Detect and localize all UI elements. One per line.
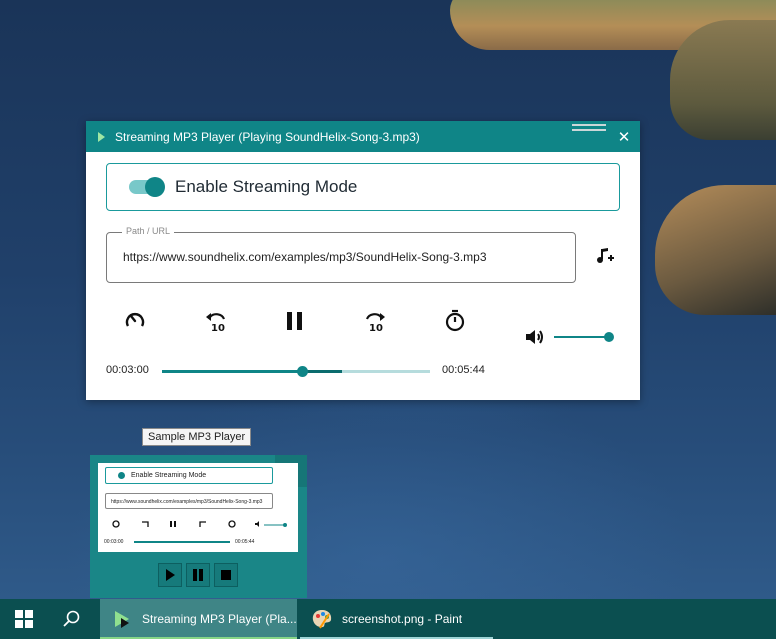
add-music-button[interactable]	[594, 245, 616, 267]
thumbnail-toolbar	[158, 561, 238, 589]
thumbnail-image[interactable]: Enable Streaming Mode https://www.soundh…	[98, 463, 298, 552]
volume-button[interactable]	[524, 327, 546, 347]
streaming-toggle[interactable]	[129, 177, 165, 197]
taskbar-preview-tooltip: Sample MP3 Player	[142, 428, 252, 446]
path-url-label: Path / URL	[122, 226, 175, 236]
thumb-pause-button[interactable]	[186, 563, 210, 587]
taskbar-item-label: Streaming MP3 Player (Pla...	[142, 612, 297, 626]
speed-icon	[125, 313, 145, 327]
forward-10-icon: 10	[365, 313, 385, 333]
forward-10-button[interactable]: 10	[363, 309, 387, 333]
windows-logo-icon	[15, 610, 33, 628]
volume-icon	[526, 330, 543, 344]
thumb-controls	[112, 520, 287, 528]
add-music-icon	[597, 248, 614, 263]
search-button[interactable]	[48, 599, 96, 639]
timer-button[interactable]	[443, 309, 467, 333]
seek-progress	[162, 370, 303, 373]
thumb-toggle	[118, 472, 125, 479]
coastline-rock	[655, 185, 776, 315]
streaming-label: Enable Streaming Mode	[175, 177, 358, 196]
total-time: 00:05:44	[442, 364, 485, 376]
close-button[interactable]: ✕	[608, 121, 640, 152]
volume-slider[interactable]	[554, 332, 614, 342]
toggle-knob	[145, 177, 165, 197]
rewind-seconds: 10	[211, 323, 225, 333]
thumb-streaming-card: Enable Streaming Mode	[105, 467, 273, 484]
taskbar-item-label: screenshot.png - Paint	[342, 612, 463, 626]
coastline-rock	[670, 20, 776, 140]
taskbar: Streaming MP3 Player (Pla... screenshot.…	[0, 599, 776, 639]
path-url-field[interactable]: Path / URL https://www.soundhelix.com/ex…	[106, 226, 576, 283]
thumb-streaming-label: Enable Streaming Mode	[131, 472, 207, 479]
search-icon	[63, 610, 80, 627]
paint-palette-icon	[310, 607, 334, 631]
taskbar-item-mp3-player[interactable]: Streaming MP3 Player (Pla...	[100, 599, 297, 639]
play-icon	[166, 569, 175, 581]
stop-icon	[221, 570, 231, 580]
title-bar[interactable]: Streaming MP3 Player (Playing SoundHelix…	[86, 121, 640, 152]
thumb-stop-button[interactable]	[214, 563, 238, 587]
taskbar-thumbnail-preview[interactable]: ✕ Enable Streaming Mode https://www.soun…	[90, 455, 307, 598]
streaming-mode-card[interactable]: Enable Streaming Mode	[106, 163, 620, 211]
start-button[interactable]	[0, 599, 48, 639]
pause-button[interactable]	[283, 309, 307, 333]
pause-icon	[287, 312, 302, 330]
thumb-seek-bar	[134, 541, 230, 543]
thumb-current-time: 00:03:00	[104, 539, 124, 545]
rewind-10-button[interactable]: 10	[204, 309, 228, 333]
mp3-player-app-icon	[110, 607, 134, 631]
seek-slider[interactable]	[162, 366, 430, 378]
rewind-10-icon: 10	[206, 313, 226, 333]
taskbar-item-paint[interactable]: screenshot.png - Paint	[300, 599, 493, 639]
current-time: 00:03:00	[106, 364, 149, 376]
volume-thumb[interactable]	[604, 332, 614, 342]
thumb-path-field: https://www.soundhelix.com/examples/mp3/…	[105, 493, 273, 509]
drag-handle-icon[interactable]	[572, 124, 606, 131]
thumb-play-button[interactable]	[158, 563, 182, 587]
speed-button[interactable]	[123, 309, 147, 333]
path-url-input[interactable]: https://www.soundhelix.com/examples/mp3/…	[123, 250, 487, 264]
window-title: Streaming MP3 Player (Playing SoundHelix…	[115, 129, 420, 144]
player-window: Streaming MP3 Player (Playing SoundHelix…	[86, 121, 640, 400]
timer-icon	[445, 309, 465, 332]
forward-seconds: 10	[369, 323, 383, 333]
seek-thumb[interactable]	[297, 366, 309, 377]
pause-icon	[193, 569, 203, 581]
app-play-icon	[98, 131, 105, 142]
thumb-total-time: 00:05:44	[235, 539, 255, 545]
